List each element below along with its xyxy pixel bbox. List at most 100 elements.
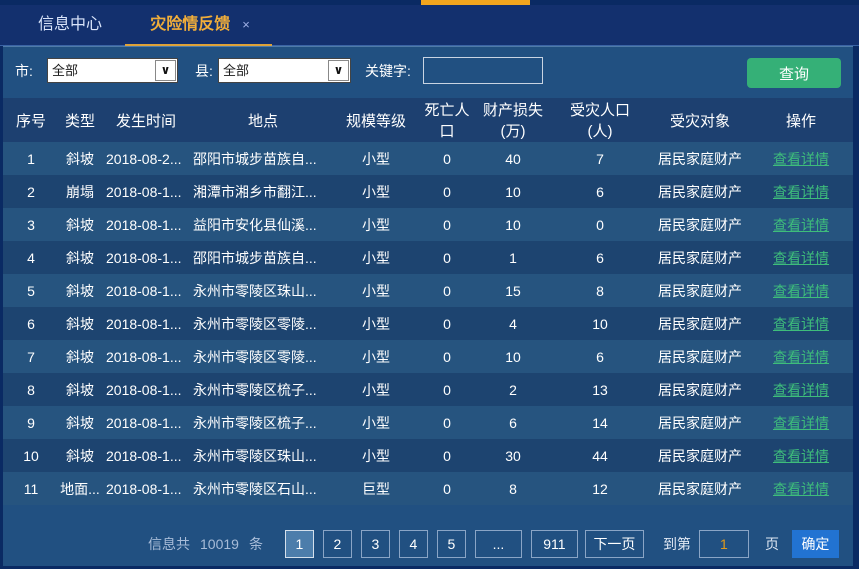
county-select[interactable]: 全部 ∨ [218,58,351,83]
view-detail-link[interactable]: 查看详情 [773,250,829,266]
next-page-button[interactable]: 下一页 [585,530,644,558]
page-button[interactable]: 2 [323,530,352,558]
cell-loss: 6 [477,415,549,431]
cell-object: 居民家庭财产 [651,413,749,433]
view-detail-link[interactable]: 查看详情 [773,481,829,497]
page-button[interactable]: 911 [531,530,578,558]
search-button[interactable]: 查询 [747,58,841,88]
cell-object: 居民家庭财产 [651,281,749,301]
tab-disaster-feedback[interactable]: 灾险情反馈× [120,5,280,45]
table-row: 10 斜坡 2018-08-1... 永州市零陵区珠山... 小型 0 30 4… [3,439,853,472]
cell-action: 查看详情 [749,182,853,202]
cell-action: 查看详情 [749,248,853,268]
page-button[interactable]: ... [475,530,522,558]
cell-deaths: 0 [417,283,477,299]
county-label: 县: [195,47,213,95]
cell-scale: 巨型 [335,479,417,499]
cell-affected: 12 [549,481,651,497]
cell-type: 斜坡 [59,149,101,169]
cell-object: 居民家庭财产 [651,380,749,400]
cell-location: 益阳市安化县仙溪... [191,215,335,235]
cell-location: 永州市零陵区珠山... [191,446,335,466]
cell-type: 斜坡 [59,281,101,301]
view-detail-link[interactable]: 查看详情 [773,184,829,200]
cell-affected: 8 [549,283,651,299]
cell-deaths: 0 [417,481,477,497]
cell-action: 查看详情 [749,281,853,301]
tab-label: 信息中心 [38,16,102,33]
cell-no: 2 [3,184,59,200]
table-row: 7 斜坡 2018-08-1... 永州市零陵区零陵... 小型 0 10 6 … [3,340,853,373]
view-detail-link[interactable]: 查看详情 [773,349,829,365]
header-deaths-text: 死亡人口 [422,99,472,141]
table-row: 8 斜坡 2018-08-1... 永州市零陵区梳子... 小型 0 2 13 … [3,373,853,406]
cell-affected: 0 [549,217,651,233]
cell-time: 2018-08-1... [101,382,191,398]
tab-info-center[interactable]: 信息中心 [10,5,130,45]
cell-time: 2018-08-1... [101,481,191,497]
cell-loss: 10 [477,217,549,233]
cell-deaths: 0 [417,415,477,431]
cell-scale: 小型 [335,182,417,202]
cell-type: 崩塌 [59,182,101,202]
view-detail-link[interactable]: 查看详情 [773,217,829,233]
cell-location: 永州市零陵区梳子... [191,413,335,433]
cell-action: 查看详情 [749,479,853,499]
cell-no: 3 [3,217,59,233]
page-button[interactable]: 1 [285,530,314,558]
view-detail-link[interactable]: 查看详情 [773,283,829,299]
cell-affected: 14 [549,415,651,431]
view-detail-link[interactable]: 查看详情 [773,316,829,332]
cell-action: 查看详情 [749,347,853,367]
tab-close-icon[interactable]: × [242,5,250,45]
cell-loss: 8 [477,481,549,497]
main-panel: 市: 全部 ∨ 县: 全部 ∨ 关键字: 查询 序号 类型 发生时间 地点 规模… [3,46,853,566]
cell-no: 6 [3,316,59,332]
cell-deaths: 0 [417,316,477,332]
cell-scale: 小型 [335,347,417,367]
cell-action: 查看详情 [749,413,853,433]
total-count: 10019 [200,536,239,552]
goto-suffix: 页 [765,534,779,554]
cell-affected: 6 [549,184,651,200]
cell-time: 2018-08-2... [101,151,191,167]
table-row: 5 斜坡 2018-08-1... 永州市零陵区珠山... 小型 0 15 8 … [3,274,853,307]
chevron-down-icon: ∨ [328,60,349,81]
page-button[interactable]: 5 [437,530,466,558]
cell-loss: 30 [477,448,549,464]
cell-object: 居民家庭财产 [651,446,749,466]
cell-type: 斜坡 [59,413,101,433]
view-detail-link[interactable]: 查看详情 [773,151,829,167]
page-button[interactable]: 4 [399,530,428,558]
total-info: 信息共 10019 条 [148,534,263,554]
cell-no: 5 [3,283,59,299]
view-detail-link[interactable]: 查看详情 [773,415,829,431]
cell-no: 1 [3,151,59,167]
keyword-input[interactable] [423,57,543,84]
table-row: 1 斜坡 2018-08-2... 邵阳市城步苗族自... 小型 0 40 7 … [3,142,853,175]
cell-type: 斜坡 [59,446,101,466]
cell-loss: 40 [477,151,549,167]
cell-scale: 小型 [335,314,417,334]
header-loss-text: 财产损失(万) [480,99,546,141]
cell-type: 地面... [59,479,101,499]
cell-object: 居民家庭财产 [651,149,749,169]
cell-type: 斜坡 [59,314,101,334]
view-detail-link[interactable]: 查看详情 [773,448,829,464]
cell-deaths: 0 [417,349,477,365]
header-type: 类型 [59,110,101,131]
city-label: 市: [15,47,33,95]
cell-deaths: 0 [417,151,477,167]
cell-action: 查看详情 [749,215,853,235]
view-detail-link[interactable]: 查看详情 [773,382,829,398]
confirm-button[interactable]: 确定 [792,530,839,558]
cell-no: 11 [3,481,59,497]
cell-action: 查看详情 [749,380,853,400]
page-button[interactable]: 3 [361,530,390,558]
goto-page-input[interactable] [699,530,749,558]
cell-scale: 小型 [335,281,417,301]
pagination-bar: 信息共 10019 条 12345...911 下一页 到第 页 确定 [3,524,853,564]
city-select[interactable]: 全部 ∨ [47,58,178,83]
filter-bar: 市: 全部 ∨ 县: 全部 ∨ 关键字: 查询 [3,46,853,94]
cell-location: 永州市零陵区梳子... [191,380,335,400]
